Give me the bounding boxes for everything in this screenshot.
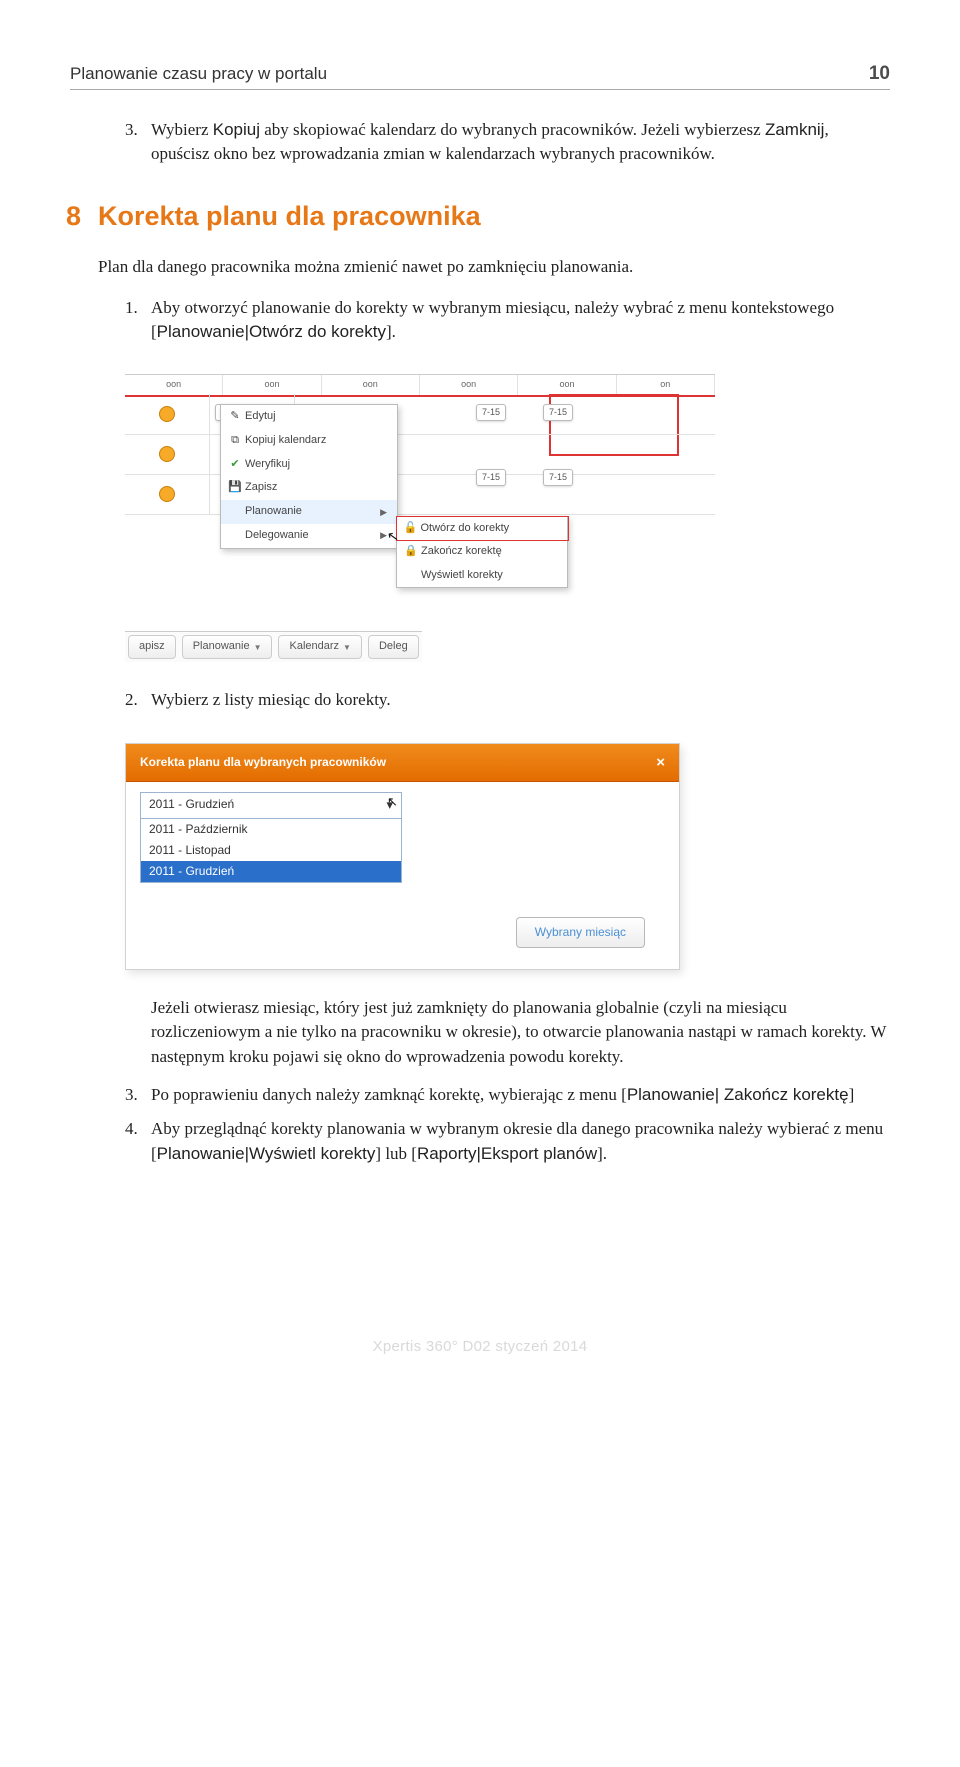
chevron-right-icon: ▶: [380, 506, 387, 519]
chevron-down-icon: ▾↖: [386, 796, 393, 815]
dropdown-selected: 2011 - Grudzień: [149, 796, 386, 815]
dropdown-option[interactable]: 2011 - Październik: [141, 819, 401, 840]
list-item: Jeżeli otwierasz miesiąc, który jest już…: [125, 996, 890, 1069]
toolbar-button-calendar[interactable]: Kalendarz▼: [278, 635, 361, 659]
list-text: Aby przeglądnąć korekty planowania w wyb…: [151, 1117, 890, 1166]
paragraph: Jeżeli otwierasz miesiąc, który jest już…: [151, 996, 890, 1069]
intro-paragraph: Plan dla danego pracownika można zmienić…: [98, 255, 890, 279]
list-text: Po poprawieniu danych należy zamknąć kor…: [151, 1083, 890, 1107]
section-title: Korekta planu dla pracownika: [98, 197, 481, 236]
screenshot-modal: Korekta planu dla wybranych pracowników …: [125, 743, 680, 971]
header-cell: oon: [518, 375, 616, 395]
close-icon[interactable]: ×: [656, 752, 665, 773]
table-row: ✓: [125, 394, 715, 435]
shift-tag[interactable]: 7-15: [476, 469, 506, 486]
chevron-down-icon: ▼: [254, 642, 262, 653]
shift-tag[interactable]: 7-15: [543, 469, 573, 486]
dropdown-option[interactable]: 2011 - Grudzień: [141, 861, 401, 882]
table-row: [125, 474, 715, 515]
shift-tag[interactable]: 7-15: [476, 404, 506, 421]
context-menu: ✎Edytuj ⧉Kopiuj kalendarz ✔Weryfikuj 💾Za…: [220, 404, 398, 548]
list-text: Wybierz Kopiuj aby skopiować kalendarz d…: [151, 118, 890, 167]
menu-item-planning[interactable]: Planowanie▶: [221, 500, 397, 524]
submenu-item-close-correction[interactable]: 🔒Zakończ korektę: [397, 540, 567, 564]
doc-title: Planowanie czasu pracy w portalu: [70, 62, 869, 86]
menu-item-edit[interactable]: ✎Edytuj: [221, 405, 397, 429]
list-number: 2.: [125, 688, 151, 712]
menu-path: Planowanie| Zakończ korektę: [627, 1085, 849, 1104]
menu-item-verify[interactable]: ✔Weryfikuj: [221, 453, 397, 477]
header-cell: oon: [223, 375, 321, 395]
running-head: Planowanie czasu pracy w portalu 10: [70, 60, 890, 90]
menu-item-save[interactable]: 💾Zapisz: [221, 476, 397, 500]
menu-path: Planowanie|Wyświetl korekty: [157, 1144, 376, 1163]
page-number: 10: [869, 60, 890, 87]
header-cell: oon: [420, 375, 518, 395]
dropdown-list: 2011 - Październik 2011 - Listopad 2011 …: [141, 819, 401, 882]
submenu: 🔓Otwórz do korekty 🔒Zakończ korektę Wyśw…: [396, 516, 568, 588]
status-dot-icon: [159, 446, 175, 462]
list-item: 1. Aby otworzyć planowanie do korekty w …: [125, 296, 890, 345]
month-dropdown[interactable]: 2011 - Grudzień ▾↖ 2011 - Październik 20…: [140, 792, 402, 883]
menu-item-copy[interactable]: ⧉Kopiuj kalendarz: [221, 429, 397, 453]
bottom-toolbar: apisz Planowanie▼ Kalendarz▼ Deleg: [125, 631, 422, 662]
screenshot-context-menu: oon oon oon oon oon on ✓ 7-15 7-15 7-15 …: [125, 374, 715, 662]
header-cell: oon: [322, 375, 420, 395]
toolbar-button-save[interactable]: apisz: [128, 635, 176, 659]
list-item: 2. Wybierz z listy miesiąc do korekty.: [125, 688, 890, 712]
header-cell: oon: [125, 375, 223, 395]
unlock-icon: 🔓: [401, 521, 421, 537]
copy-icon: ⧉: [225, 433, 245, 449]
cursor-icon: ↖: [387, 793, 398, 812]
list-number: 3.: [125, 118, 151, 167]
toolbar-button-deleg[interactable]: Deleg: [368, 635, 419, 659]
selected-month-button[interactable]: Wybrany miesiąc: [516, 917, 645, 948]
header-cell: on: [617, 375, 715, 395]
table-row: [125, 434, 715, 475]
list-text: Wybierz z listy miesiąc do korekty.: [151, 688, 890, 712]
list-number: 3.: [125, 1083, 151, 1107]
list-item: 3. Wybierz Kopiuj aby skopiować kalendar…: [125, 118, 890, 167]
modal-header: Korekta planu dla wybranych pracowników …: [126, 744, 679, 782]
shift-tag[interactable]: 7-15: [543, 404, 573, 421]
ui-label: Zamknij: [765, 120, 825, 139]
submenu-item-show-corrections[interactable]: Wyświetl korekty: [397, 564, 567, 588]
list-item: 4. Aby przeglądnąć korekty planowania w …: [125, 1117, 890, 1166]
menu-path: Raporty|Eksport planów: [417, 1144, 597, 1163]
list-number: 1.: [125, 296, 151, 345]
modal-title: Korekta planu dla wybranych pracowników: [140, 754, 386, 771]
list-item: 3. Po poprawieniu danych należy zamknąć …: [125, 1083, 890, 1107]
section-heading: 8 Korekta planu dla pracownika: [66, 197, 890, 236]
list-number: 4.: [125, 1117, 151, 1166]
dropdown-option[interactable]: 2011 - Listopad: [141, 840, 401, 861]
submenu-item-open-correction[interactable]: 🔓Otwórz do korekty: [396, 516, 569, 542]
ui-label: Kopiuj: [213, 120, 260, 139]
menu-item-delegation[interactable]: Delegowanie▶: [221, 524, 397, 548]
list-text: Aby otworzyć planowanie do korekty w wyb…: [151, 296, 890, 345]
chevron-down-icon: ▼: [343, 642, 351, 653]
check-icon: ✔: [225, 457, 245, 473]
menu-path: Planowanie|Otwórz do korekty: [157, 322, 386, 341]
chevron-right-icon: ▶: [380, 529, 387, 542]
status-dot-icon: [159, 406, 175, 422]
status-dot-icon: [159, 486, 175, 502]
edit-icon: ✎: [225, 409, 245, 425]
toolbar-button-planning[interactable]: Planowanie▼: [182, 635, 273, 659]
save-icon: 💾: [225, 480, 245, 496]
lock-icon: 🔒: [401, 544, 421, 560]
section-number: 8: [66, 197, 98, 236]
page-footer: Xpertis 360° D02 styczeń 2014: [70, 1336, 890, 1357]
